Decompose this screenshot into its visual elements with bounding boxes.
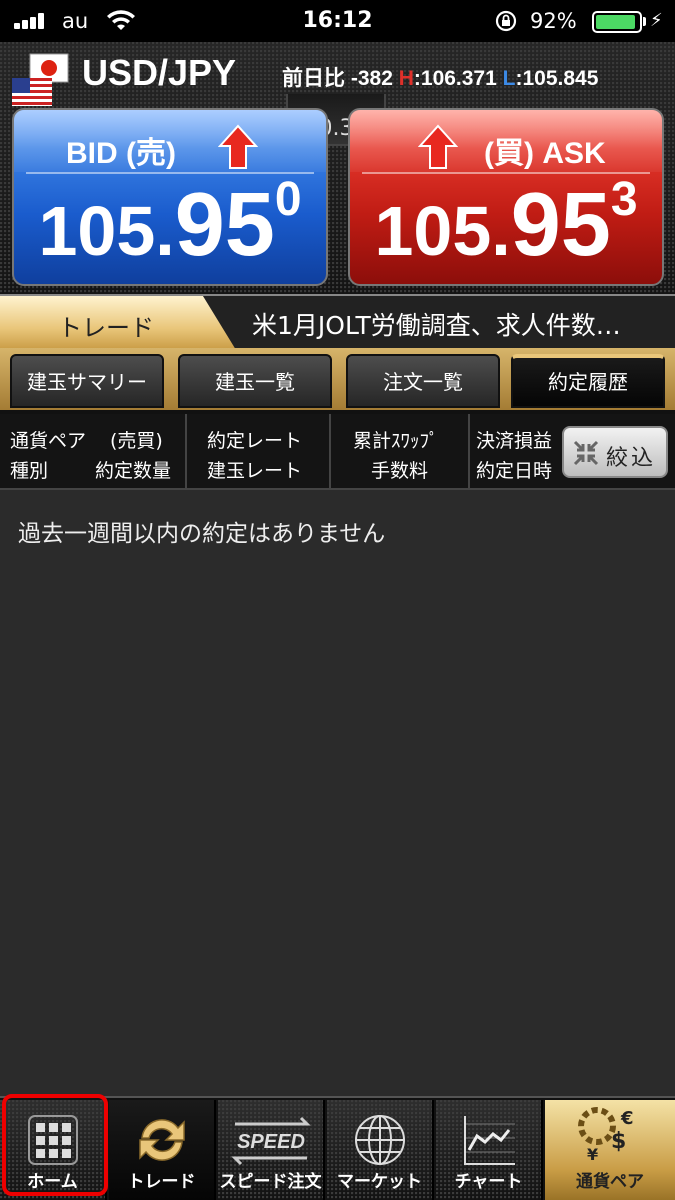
nav-trade-label: トレード bbox=[127, 1172, 196, 1192]
ask-price: 105.953 bbox=[350, 173, 662, 271]
trade-banner-label: トレード bbox=[58, 314, 154, 342]
nav-speed-order[interactable]: SPEED スピード注文 bbox=[218, 1100, 325, 1200]
tab-order-list[interactable]: 注文一覧 bbox=[346, 354, 500, 408]
column-swap: 累計ｽﾜｯﾌﾟ 手数料 bbox=[331, 414, 470, 490]
column-side-label: (売買) bbox=[110, 430, 163, 452]
bid-price: 105.950 bbox=[14, 173, 326, 271]
column-pair-label: 通貨ペア bbox=[10, 430, 87, 452]
filter-button[interactable]: 絞込 bbox=[562, 426, 668, 478]
column-quantity-label: 約定数量 bbox=[95, 460, 172, 482]
column-fee-label: 手数料 bbox=[371, 460, 429, 482]
svg-text:¥: ¥ bbox=[587, 1145, 598, 1164]
speed-icon-text: SPEED bbox=[237, 1131, 305, 1153]
column-type-label: 種別 bbox=[10, 460, 49, 482]
bid-price-big: 95 bbox=[174, 175, 275, 275]
ask-label: (買) ASK bbox=[484, 137, 606, 170]
execution-list: 過去一週間以内の約定はありません bbox=[0, 490, 675, 1096]
ask-price-main: 105. bbox=[374, 192, 511, 270]
ask-price-big: 95 bbox=[510, 175, 611, 275]
trade-tabs: 建玉サマリー 建玉一覧 注文一覧 約定履歴 bbox=[0, 348, 675, 414]
home-highlight-outline bbox=[2, 1094, 108, 1196]
bid-label: BID (売) bbox=[66, 137, 176, 170]
bid-button[interactable]: BID (売) 105.950 bbox=[12, 108, 328, 286]
nav-currency-pair[interactable]: € $ ¥ 通貨ペア bbox=[545, 1100, 675, 1200]
collapse-arrows-icon bbox=[573, 440, 599, 466]
column-exec-rate-label: 約定レート bbox=[207, 430, 303, 452]
ask-button[interactable]: (買) ASK 105.953 bbox=[348, 108, 664, 286]
battery-icon bbox=[592, 11, 642, 33]
bid-price-main: 105. bbox=[38, 192, 175, 270]
column-rate: 約定レート 建玉レート bbox=[187, 414, 331, 490]
rotation-lock-icon bbox=[495, 10, 517, 32]
nav-chart-label: チャート bbox=[454, 1172, 523, 1192]
tab-position-list[interactable]: 建玉一覧 bbox=[178, 354, 332, 408]
low-value: :105.845 bbox=[515, 67, 599, 90]
tab-execution-history[interactable]: 約定履歴 bbox=[511, 354, 665, 408]
high-value: :106.371 bbox=[413, 67, 497, 90]
trade-banner: トレード 米1月JOLT労働調査、求人件数… bbox=[0, 294, 675, 350]
column-header: 通貨ペア (売買) 種別 約定数量 約定レート 建玉レート 累計ｽﾜｯﾌﾟ 手数… bbox=[0, 414, 675, 490]
empty-message: 過去一週間以内の約定はありません bbox=[18, 521, 386, 547]
arrow-up-icon bbox=[218, 124, 258, 169]
tab-position-summary[interactable]: 建玉サマリー bbox=[10, 354, 164, 408]
rate-header: USD/JPY 前日比 -382 H:106.371 L:105.845 0.3… bbox=[0, 42, 675, 294]
us-jp-flag-icon[interactable] bbox=[10, 52, 70, 112]
nav-chart[interactable]: チャート bbox=[436, 1100, 543, 1200]
bid-price-sup: 0 bbox=[274, 173, 302, 226]
svg-text:€: € bbox=[620, 1108, 634, 1129]
change-label: 前日比 bbox=[282, 67, 345, 90]
line-chart-icon bbox=[463, 1116, 515, 1165]
column-pl: 決済損益 約定日時 bbox=[470, 414, 560, 490]
filter-label: 絞込 bbox=[606, 446, 657, 471]
nav-currency-pair-label: 通貨ペア bbox=[576, 1172, 644, 1192]
change-value: -382 bbox=[350, 67, 393, 90]
column-swap-label: 累計ｽﾜｯﾌﾟ bbox=[353, 430, 439, 452]
charging-bolt-icon: ⚡ bbox=[650, 10, 663, 31]
globe-icon bbox=[354, 1115, 405, 1165]
column-date-label: 約定日時 bbox=[476, 460, 553, 482]
currency-pair-name[interactable]: USD/JPY bbox=[82, 52, 236, 94]
news-ticker[interactable]: 米1月JOLT労働調査、求人件数… bbox=[252, 306, 621, 342]
nav-trade[interactable]: トレード bbox=[109, 1100, 216, 1200]
nav-market-label: マーケット bbox=[337, 1172, 422, 1192]
nav-speed-order-label: スピード注文 bbox=[219, 1172, 322, 1192]
column-pair: 通貨ペア (売買) 種別 約定数量 bbox=[0, 414, 187, 490]
currency-gear-icon: € $ ¥ bbox=[578, 1107, 634, 1164]
battery-percent: 92% bbox=[530, 9, 577, 33]
battery-cap bbox=[643, 17, 646, 26]
svg-text:$: $ bbox=[611, 1129, 626, 1154]
ask-price-sup: 3 bbox=[610, 173, 638, 226]
speed-icon: SPEED bbox=[230, 1116, 311, 1166]
daily-change-info: 前日比 -382 H:106.371 L:105.845 bbox=[282, 62, 598, 92]
status-bar: au 16:12 92% ⚡ bbox=[0, 0, 675, 42]
low-label: L bbox=[502, 67, 516, 90]
nav-market[interactable]: マーケット bbox=[327, 1100, 434, 1200]
column-pl-label: 決済損益 bbox=[476, 430, 553, 452]
trade-banner-tab: トレード bbox=[0, 296, 236, 350]
column-position-rate-label: 建玉レート bbox=[207, 460, 303, 482]
high-label: H bbox=[398, 67, 414, 90]
arrow-up-icon bbox=[418, 124, 458, 169]
exchange-arrows-icon bbox=[138, 1119, 185, 1161]
